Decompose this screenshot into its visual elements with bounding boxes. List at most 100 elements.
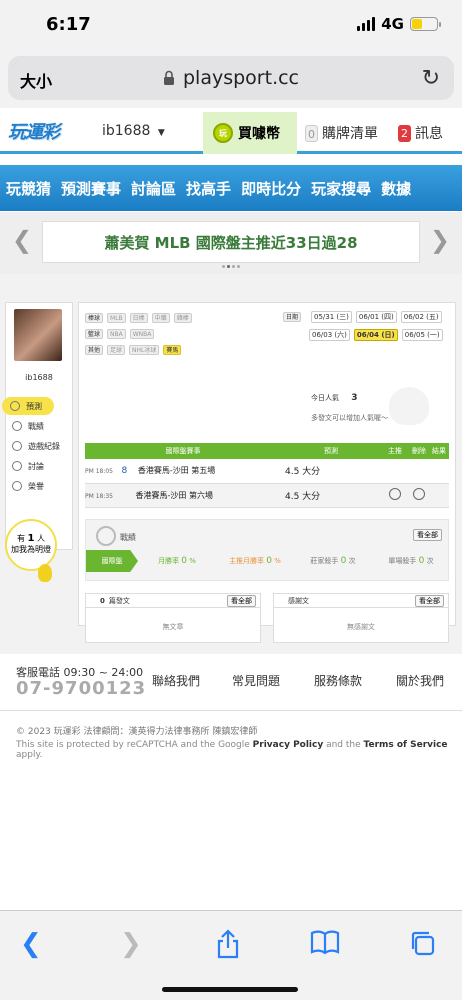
game-log-icon <box>12 441 22 451</box>
filter-tag-nhl[interactable]: NHL冰球 <box>129 345 160 355</box>
nav-item-experts[interactable]: 找高手 <box>186 178 231 199</box>
filter-tag-nba[interactable]: NBA <box>107 329 126 339</box>
lightbulb-icon <box>38 564 52 582</box>
thanks-box: 感謝文 看全部 無感謝文 <box>273 593 449 643</box>
stat-value: 0 <box>266 556 273 566</box>
stat-label: 主推月勝率 <box>229 557 265 565</box>
browser-address-bar: 大小 playsport.cc ↻ <box>0 50 462 108</box>
date-option[interactable]: 06/03 (六) <box>309 329 350 341</box>
sidebar-item-honor[interactable]: 榮譽 <box>8 477 72 495</box>
match-name: 香港賽馬-沙田 第六場 <box>135 490 213 500</box>
network-label: 4G <box>381 15 404 33</box>
footer-link-about[interactable]: 關於我們 <box>396 672 444 689</box>
col-pick: 預測 <box>281 443 381 459</box>
table-header: 國際盤賽事 預測 主推 刪除 結果 <box>85 443 449 459</box>
predictions-panel: 棒球 MLB 日棒 中職 韓棒 籃球 NBA WNBA 其他 足球 NHL冰球 … <box>78 302 456 643</box>
filter-tag-cpbl[interactable]: 中職 <box>151 313 170 323</box>
popularity-hint: 多發文可以增加人氣喔～ <box>311 414 388 422</box>
sidebar-item-record[interactable]: 戰績 <box>8 417 72 435</box>
cart-link[interactable]: 0 購牌清單 <box>305 123 378 143</box>
pick-value: 4.5 大分 <box>281 483 381 508</box>
privacy-policy-link[interactable]: Privacy Policy <box>253 740 324 750</box>
sidebar-item-label: 戰績 <box>28 421 44 431</box>
chevron-right-icon[interactable]: ❯ <box>430 226 450 254</box>
filter-tag-wnba[interactable]: WNBA <box>129 329 155 339</box>
stat-unit: 次 <box>348 557 356 565</box>
promo-banner: ❮ 蕭美賀 MLB 國際盤主推近33日過28 ❯ <box>0 212 462 274</box>
nav-item-player-search[interactable]: 玩家搜尋 <box>311 178 371 199</box>
match-cell: PM 18:05 8 香港賽馬-沙田 第五場 <box>85 459 281 484</box>
forward-icon[interactable]: ❯ <box>120 929 142 959</box>
service-phone[interactable]: 07-9700123 <box>16 678 146 699</box>
filter-tag-horse-racing[interactable]: 賽馬 <box>163 345 182 355</box>
filter-label: 籃球 <box>85 329 104 339</box>
record-stats-row: 國際盤 月勝率 0 % 主推月勝率 0 % 莊家殺手 0 次 單場殺手 0 次 <box>86 550 450 572</box>
nav-item-guess[interactable]: 玩競猜 <box>6 178 51 199</box>
filter-label: 其他 <box>85 345 104 355</box>
filter-tag-npb[interactable]: 日棒 <box>129 313 148 323</box>
avatar[interactable] <box>14 309 62 361</box>
chevron-left-icon[interactable]: ❮ <box>12 226 32 254</box>
nav-item-data[interactable]: 數據 <box>381 178 411 199</box>
sidebar-item-label: 榮譽 <box>28 481 44 491</box>
fans-bubble[interactable]: 有 1 人 加我為明燈 <box>5 519 57 571</box>
messages-link[interactable]: 2 訊息 <box>398 123 443 143</box>
site-header: 玩運彩 ib1688 ▼ 玩 買噱幣 0 購牌清單 2 訊息 <box>0 112 462 154</box>
date-option[interactable]: 05/31 (三) <box>311 311 352 323</box>
buy-coins-button[interactable]: 玩 買噱幣 <box>203 112 297 154</box>
address-field[interactable]: 大小 playsport.cc ↻ <box>8 56 454 100</box>
footer-link-terms[interactable]: 服務條款 <box>314 672 362 689</box>
stat-unit: % <box>274 557 281 565</box>
match-time: PM 18:05 <box>85 468 113 476</box>
posts-empty: 無文章 <box>162 623 184 631</box>
browser-toolbar: ❮ ❯ <box>0 910 462 1000</box>
fans-suffix: 人 <box>37 534 46 543</box>
sidebar-item-game-log[interactable]: 遊戲紀錄 <box>8 437 72 455</box>
thanks-title: 感謝文 <box>288 597 309 605</box>
nav-item-forum[interactable]: 討論區 <box>131 178 176 199</box>
message-count-badge: 2 <box>398 124 411 142</box>
url-text: playsport.cc <box>183 67 300 89</box>
posts-box: 0 篇發文 看全部 無文章 <box>85 593 261 643</box>
sidebar-item-discuss[interactable]: 討論 <box>8 457 72 475</box>
match-cell: PM 18:35 香港賽馬-沙田 第六場 <box>85 483 281 508</box>
filter-tag-mlb[interactable]: MLB <box>107 313 126 323</box>
nav-item-livescore[interactable]: 即時比分 <box>241 178 301 199</box>
col-delete: 刪除 <box>409 443 429 459</box>
reload-icon[interactable]: ↻ <box>422 66 440 91</box>
user-menu[interactable]: ib1688 ▼ <box>102 123 165 139</box>
match-time: PM 18:35 <box>85 492 113 500</box>
footer-link-contact[interactable]: 聯絡我們 <box>152 672 200 689</box>
bookmarks-icon[interactable] <box>310 929 340 955</box>
date-filter-row2: 06/03 (六) 06/04 (日) 06/05 (一) <box>309 329 443 341</box>
date-option[interactable]: 06/05 (一) <box>401 329 443 341</box>
delete-radio[interactable] <box>413 488 425 500</box>
terms-of-service-link[interactable]: Terms of Service <box>364 740 448 750</box>
cart-count-badge: 0 <box>305 124 318 142</box>
url-display[interactable]: playsport.cc <box>163 67 299 89</box>
date-option[interactable]: 06/01 (四) <box>355 311 397 323</box>
text-size-button[interactable]: 大小 <box>20 68 52 92</box>
stat-main-month-win: 主推月勝率 0 % <box>216 556 294 566</box>
delete-cell <box>409 459 429 484</box>
thanks-see-all-button[interactable]: 看全部 <box>415 595 444 607</box>
filter-tag-soccer[interactable]: 足球 <box>107 345 126 355</box>
filter-tag-kbo[interactable]: 韓棒 <box>173 313 192 323</box>
cart-label: 購牌清單 <box>322 126 378 142</box>
banner-card[interactable]: 蕭美賀 MLB 國際盤主推近33日過28 <box>42 221 420 263</box>
date-option[interactable]: 06/02 (五) <box>400 311 442 323</box>
site-logo[interactable]: 玩運彩 <box>8 118 78 146</box>
share-icon[interactable] <box>215 929 241 959</box>
record-tab-intl[interactable]: 國際盤 <box>86 550 138 572</box>
tabs-icon[interactable] <box>408 929 436 957</box>
back-icon[interactable]: ❮ <box>20 929 42 959</box>
fans-count: 1 <box>27 533 35 544</box>
main-cell <box>381 483 409 508</box>
nav-item-predict[interactable]: 預測賽事 <box>61 178 121 199</box>
footer-link-faq[interactable]: 常見問題 <box>232 672 280 689</box>
main-pick-radio[interactable] <box>389 488 401 500</box>
posts-see-all-button[interactable]: 看全部 <box>227 595 256 607</box>
date-option-selected[interactable]: 06/04 (日) <box>353 329 398 341</box>
sidebar-item-predict[interactable]: 預測 <box>2 397 54 415</box>
record-see-all-button[interactable]: 看全部 <box>413 529 442 541</box>
